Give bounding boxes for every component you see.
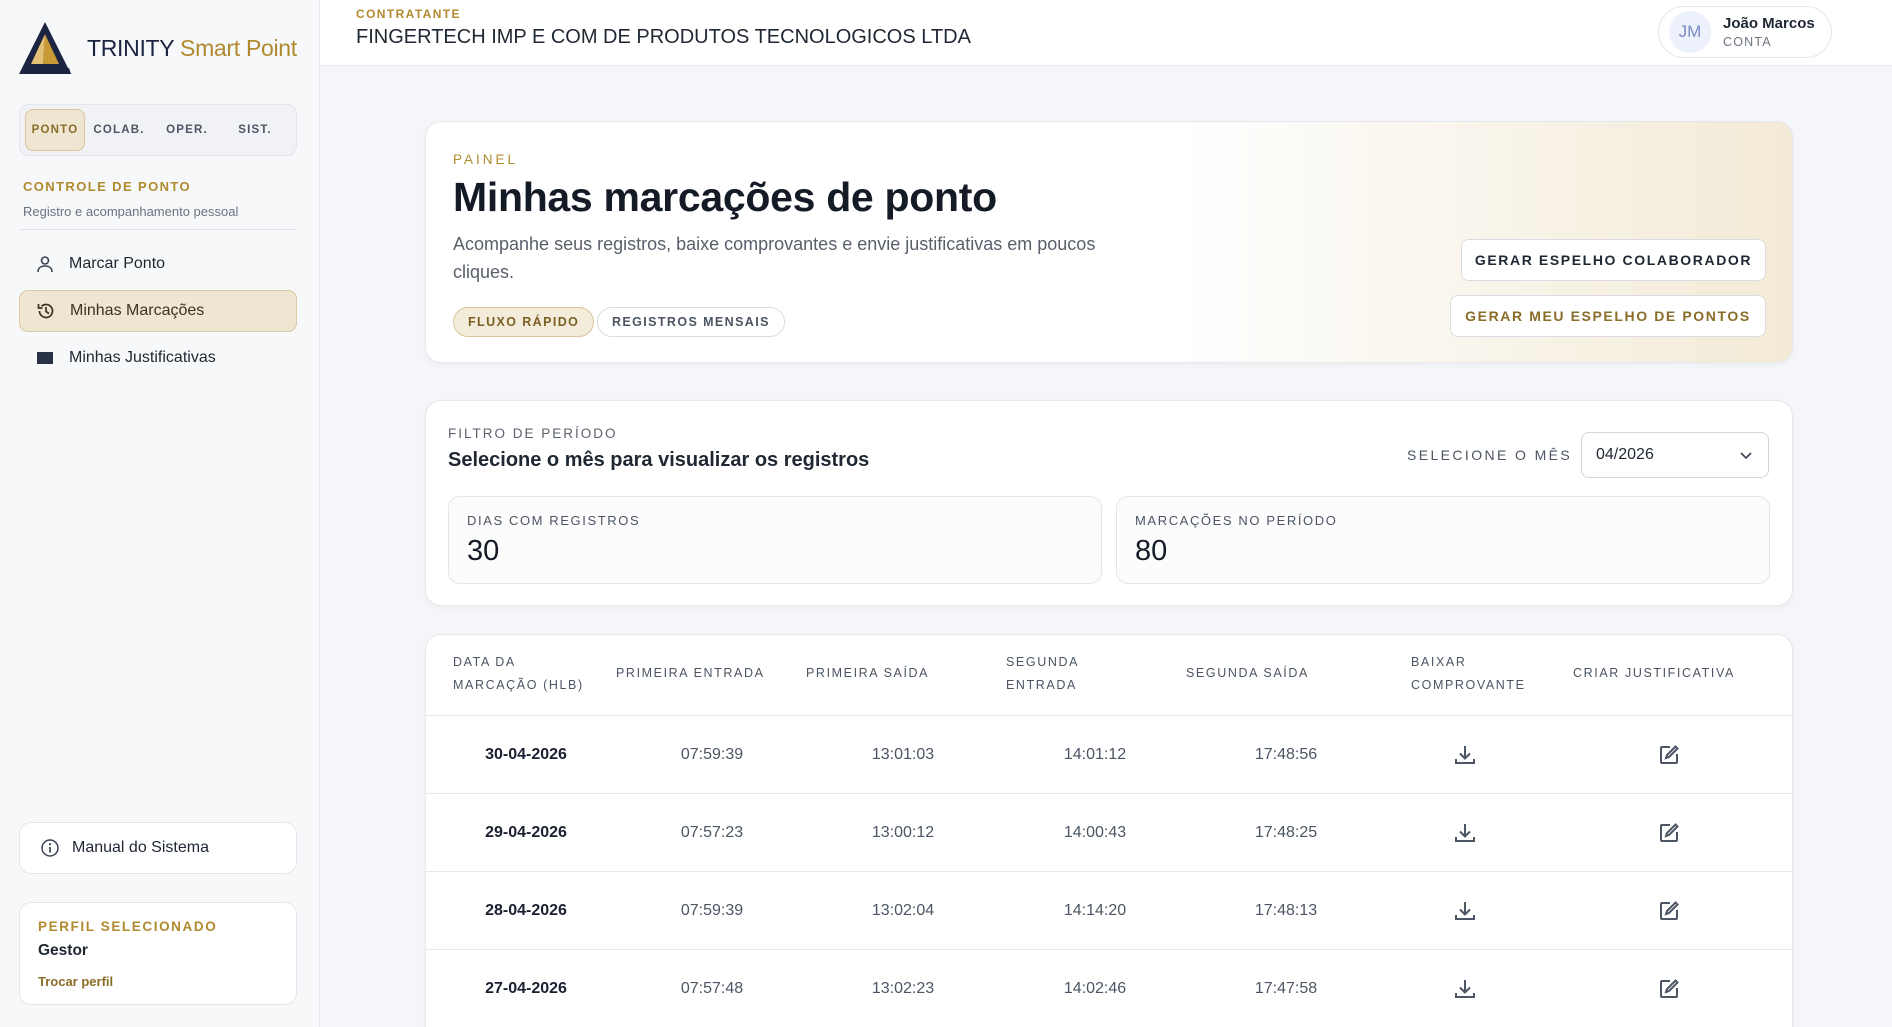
edit-icon[interactable] — [1649, 716, 1689, 794]
segment-ponto[interactable]: PONTO — [25, 109, 85, 151]
brand-name-accent: Smart Point — [180, 34, 297, 61]
column-header: SEGUNDA SAÍDA — [1186, 666, 1309, 680]
time-cell: 14:00:43 — [1063, 824, 1127, 841]
top-header: CONTRATANTE FINGERTECH IMP E COM DE PROD… — [320, 0, 1892, 66]
stat-dias-com-registros: DIAS COM REGISTROS 30 — [448, 496, 1102, 584]
date-cell: 28-04-2026 — [485, 902, 567, 919]
info-icon — [40, 838, 60, 858]
user-role: CONTA — [1723, 35, 1772, 49]
profile-card: PERFIL SELECIONADO Gestor Trocar perfil — [19, 902, 297, 1005]
column-header: BAIXAR COMPROVANTE — [1411, 655, 1526, 692]
change-profile-link[interactable]: Trocar perfil — [38, 974, 278, 989]
edit-icon[interactable] — [1649, 950, 1689, 1027]
month-select-value: 04/2026 — [1596, 446, 1654, 463]
sidebar-item-label: Marcar Ponto — [69, 255, 166, 272]
time-cell: 17:48:13 — [1254, 902, 1318, 919]
download-icon[interactable] — [1445, 716, 1485, 794]
time-cell: 17:48:56 — [1254, 746, 1318, 763]
sidebar-item-label: Minhas Justificativas — [69, 349, 216, 366]
filter-kicker: FILTRO DE PERÍODO — [448, 426, 618, 441]
time-cell: 07:59:39 — [680, 902, 744, 919]
module-switcher: PONTO COLAB. OPER. SIST. — [19, 104, 297, 156]
sidebar-item-label: Minhas Marcações — [70, 302, 205, 319]
sidebar: TRINITY Smart Point PONTO COLAB. OPER. S… — [0, 0, 320, 1027]
stat-value: 80 — [1135, 535, 1168, 567]
download-icon[interactable] — [1445, 794, 1485, 872]
download-icon[interactable] — [1445, 950, 1485, 1027]
edit-icon[interactable] — [1649, 872, 1689, 950]
brand[interactable]: TRINITY Smart Point — [19, 20, 297, 76]
section-divider — [19, 229, 297, 230]
sidebar-item-minhas-justificativas[interactable]: Minhas Justificativas — [19, 337, 297, 379]
avatar: JM — [1669, 11, 1711, 53]
table-row: 29-04-2026 07:57:23 13:00:12 14:00:43 17:48:… — [426, 794, 1792, 872]
date-cell: 27-04-2026 — [485, 980, 567, 997]
chevron-down-icon — [1738, 447, 1754, 468]
time-cell: 17:47:58 — [1254, 980, 1318, 997]
column-header: PRIMEIRA ENTRADA — [616, 666, 765, 680]
segment-colab[interactable]: COLAB. — [85, 109, 153, 151]
column-header: PRIMEIRA SAÍDA — [806, 666, 930, 680]
manual-label: Manual do Sistema — [72, 839, 209, 856]
time-cell: 14:14:20 — [1063, 902, 1127, 919]
stat-marcacoes-no-periodo: MARCAÇÕES NO PERÍODO 80 — [1116, 496, 1770, 584]
time-cell: 13:00:12 — [871, 824, 935, 841]
gerar-meu-espelho-button[interactable]: GERAR MEU ESPELHO DE PONTOS — [1450, 295, 1766, 337]
time-cell: 14:02:46 — [1063, 980, 1127, 997]
stat-label: DIAS COM REGISTROS — [467, 513, 641, 528]
column-header: DATA DA MARCAÇÃO (HLB) — [453, 655, 584, 692]
contractor-name: FINGERTECH IMP E COM DE PRODUTOS TECNOLO… — [356, 26, 971, 48]
table-row: 28-04-2026 07:59:39 13:02:04 14:14:20 17:48:… — [426, 872, 1792, 950]
hero-kicker: PAINEL — [453, 152, 519, 167]
brand-name-main: TRINITY — [87, 34, 174, 61]
history-icon — [36, 301, 56, 321]
column-header: SEGUNDA ENTRADA — [1006, 655, 1080, 692]
segment-sist[interactable]: SIST. — [221, 109, 289, 151]
contractor-label: CONTRATANTE — [356, 7, 461, 21]
table-row: 27-04-2026 07:57:48 13:02:23 14:02:46 17:47:… — [426, 950, 1792, 1027]
chip-registros-mensais: REGISTROS MENSAIS — [597, 307, 785, 337]
trinity-logo — [19, 22, 71, 74]
profile-value: Gestor — [38, 942, 88, 959]
stat-label: MARCAÇÕES NO PERÍODO — [1135, 513, 1338, 528]
time-cell: 13:02:23 — [871, 980, 935, 997]
hero-panel: PAINEL Minhas marcações de ponto Acompan… — [425, 121, 1793, 363]
manual-button[interactable]: Manual do Sistema — [19, 822, 297, 874]
user-menu[interactable]: JM João Marcos CONTA — [1658, 6, 1832, 58]
time-cell: 17:48:25 — [1254, 824, 1318, 841]
time-cell: 07:57:23 — [680, 824, 744, 841]
section-title: CONTROLE DE PONTO — [23, 179, 192, 194]
time-cell: 07:59:39 — [680, 746, 744, 763]
stat-value: 30 — [467, 535, 500, 567]
date-cell: 29-04-2026 — [485, 824, 567, 841]
profile-label: PERFIL SELECIONADO — [38, 919, 218, 934]
user-name: João Marcos — [1723, 15, 1815, 32]
period-filter: FILTRO DE PERÍODO Selecione o mês para v… — [425, 400, 1793, 606]
month-select[interactable]: 04/2026 — [1581, 432, 1769, 478]
folder-icon — [35, 348, 55, 368]
hero-description: Acompanhe seus registros, baixe comprova… — [453, 234, 1096, 282]
time-cell: 07:57:48 — [680, 980, 744, 997]
table-row: 30-04-2026 07:59:39 13:01:03 14:01:12 17:48:… — [426, 716, 1792, 794]
time-cell: 14:01:12 — [1063, 746, 1127, 763]
brand-name: TRINITY Smart Point — [87, 35, 297, 62]
time-cell: 13:01:03 — [871, 746, 935, 763]
month-select-label: SELECIONE O MÊS — [1407, 447, 1573, 463]
date-cell: 30-04-2026 — [485, 746, 567, 763]
gerar-espelho-colaborador-button[interactable]: GERAR ESPELHO COLABORADOR — [1461, 239, 1766, 281]
page-title: Minhas marcações de ponto — [453, 174, 997, 220]
table-header: DATA DA MARCAÇÃO (HLB) PRIMEIRA ENTRADA PR… — [426, 635, 1792, 716]
chip-fluxo-rapido: FLUXO RÁPIDO — [453, 307, 595, 337]
records-table: DATA DA MARCAÇÃO (HLB) PRIMEIRA ENTRADA PR… — [425, 634, 1793, 1027]
segment-oper[interactable]: OPER. — [153, 109, 221, 151]
edit-icon[interactable] — [1649, 794, 1689, 872]
filter-title: Selecione o mês para visualizar os regis… — [448, 449, 870, 471]
sidebar-item-marcar-ponto[interactable]: Marcar Ponto — [19, 243, 297, 285]
time-cell: 13:02:04 — [871, 902, 935, 919]
column-header: CRIAR JUSTIFICATIVA — [1573, 666, 1735, 680]
user-icon — [35, 254, 55, 274]
download-icon[interactable] — [1445, 872, 1485, 950]
sidebar-item-minhas-marcacoes[interactable]: Minhas Marcações — [19, 290, 297, 332]
section-subtitle: Registro e acompanhamento pessoal — [23, 204, 239, 219]
